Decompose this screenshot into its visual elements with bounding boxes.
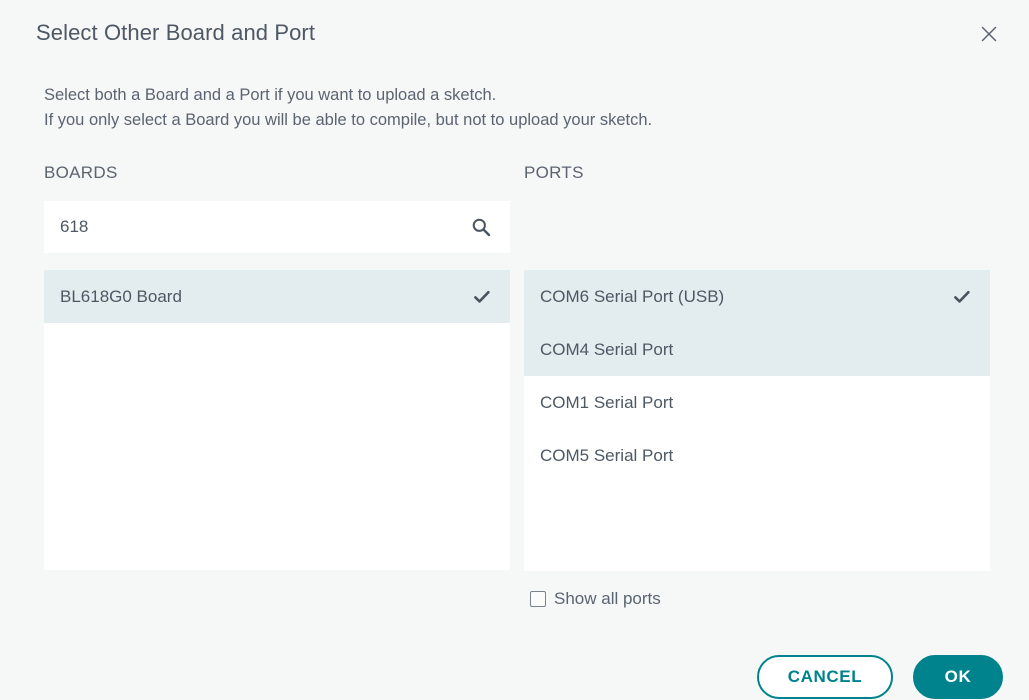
select-board-and-port-dialog: Select Other Board and Port Select both … [0, 0, 1029, 700]
checkmark-icon [472, 287, 492, 307]
search-icon[interactable] [470, 216, 492, 238]
port-list-item-label: COM4 Serial Port [540, 339, 674, 359]
port-list-item[interactable]: COM6 Serial Port (USB) [524, 270, 990, 323]
show-all-ports-row[interactable]: Show all ports [530, 589, 661, 609]
dialog-footer: CANCEL OK [757, 655, 1003, 699]
dialog-description: Select both a Board and a Port if you wa… [44, 83, 652, 133]
ports-list[interactable]: COM6 Serial Port (USB) COM4 Serial Port CO… [524, 270, 990, 571]
show-all-ports-label: Show all ports [554, 589, 661, 608]
boards-column-label: BOARDS [44, 163, 118, 182]
board-list-item[interactable]: BL618G0 Board [44, 270, 510, 323]
checkmark-icon [952, 287, 972, 307]
page-title: Select Other Board and Port [36, 20, 316, 45]
port-list-item[interactable]: COM1 Serial Port [524, 376, 990, 429]
cancel-button[interactable]: CANCEL [757, 655, 893, 699]
description-line-1: Select both a Board and a Port if you wa… [44, 86, 497, 104]
ok-button[interactable]: OK [913, 655, 1003, 699]
close-icon[interactable] [975, 20, 1003, 48]
boards-list[interactable]: BL618G0 Board [44, 270, 510, 570]
ports-column-label: PORTS [524, 163, 584, 182]
port-list-item[interactable]: COM4 Serial Port [524, 323, 990, 376]
board-search-box[interactable] [44, 201, 510, 253]
port-list-item-label: COM1 Serial Port [540, 392, 674, 412]
show-all-ports-checkbox[interactable] [530, 591, 546, 607]
port-list-item[interactable]: COM5 Serial Port [524, 429, 990, 482]
search-input[interactable] [60, 201, 470, 253]
description-line-2: If you only select a Board you will be a… [44, 111, 653, 129]
port-list-item-label: COM5 Serial Port [540, 445, 674, 465]
board-list-item-label: BL618G0 Board [60, 286, 182, 306]
port-list-item-label: COM6 Serial Port (USB) [540, 286, 725, 306]
dialog-header: Select Other Board and Port [0, 0, 1029, 68]
